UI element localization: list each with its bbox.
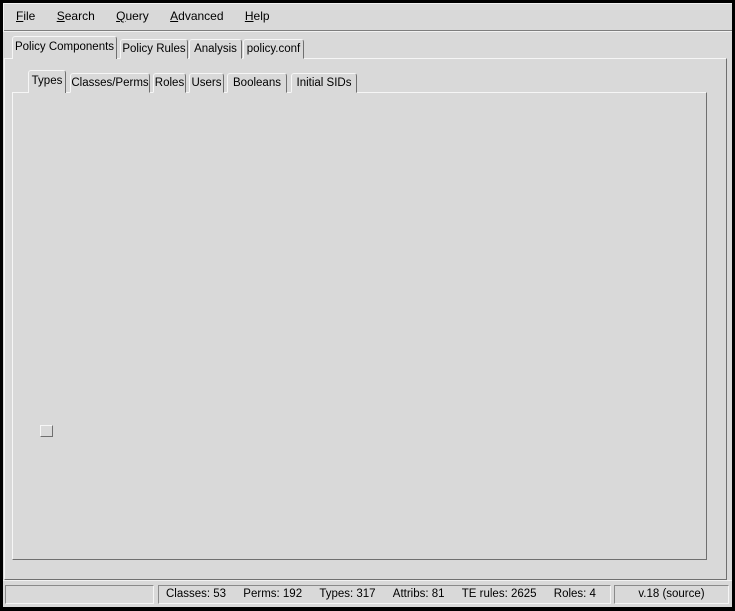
subtab-initial-sids[interactable]: Initial SIDs — [291, 73, 357, 93]
window-border-left — [0, 0, 3, 611]
stat-classes: Classes: 53 — [166, 586, 226, 603]
subtab-roles[interactable]: Roles — [153, 73, 186, 93]
policy-version-label: v.18 (source) — [638, 586, 704, 603]
window-border-top — [0, 0, 735, 3]
types-tab-panel — [12, 92, 707, 560]
statusbar-version: v.18 (source) — [614, 585, 729, 604]
subtab-booleans[interactable]: Booleans — [227, 73, 287, 93]
tab-policy-conf[interactable]: policy.conf — [243, 39, 304, 59]
pane-sash-handle[interactable] — [40, 425, 53, 437]
stat-te-rules: TE rules: 2625 — [462, 586, 537, 603]
menu-advanced[interactable]: Advanced — [161, 3, 232, 30]
statusbar-left-box — [5, 585, 154, 604]
subtab-classes-perms[interactable]: Classes/Perms — [70, 73, 150, 93]
subtab-users[interactable]: Users — [189, 73, 224, 93]
stat-types: Types: 317 — [319, 586, 375, 603]
menubar: File Search Query Advanced Help — [3, 3, 732, 31]
tab-policy-components[interactable]: Policy Components — [12, 36, 117, 59]
stat-attribs: Attribs: 81 — [393, 586, 445, 603]
apol-window: File Search Query Advanced Help Policy C… — [0, 0, 735, 611]
stat-perms: Perms: 192 — [243, 586, 302, 603]
menu-help[interactable]: Help — [236, 3, 279, 30]
menu-file[interactable]: File — [7, 3, 44, 30]
window-border-bottom — [0, 607, 735, 611]
menu-search[interactable]: Search — [48, 3, 104, 30]
menu-query[interactable]: Query — [107, 3, 158, 30]
subtab-types[interactable]: Types — [28, 70, 66, 93]
stat-roles: Roles: 4 — [554, 586, 596, 603]
tab-policy-rules[interactable]: Policy Rules — [120, 39, 188, 59]
statusbar-stats: Classes: 53 Perms: 192 Types: 317 Attrib… — [158, 585, 611, 604]
tab-analysis[interactable]: Analysis — [189, 39, 242, 59]
